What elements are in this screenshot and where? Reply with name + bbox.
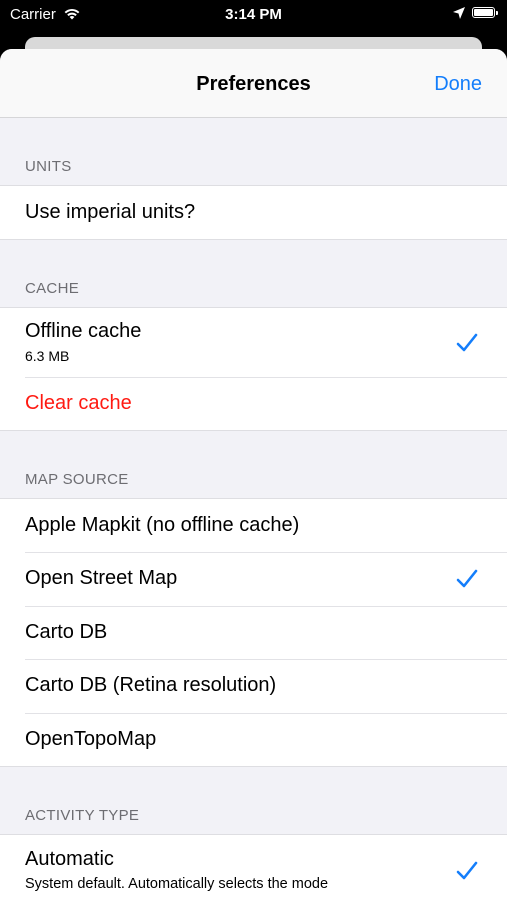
row-title: Use imperial units? bbox=[25, 201, 196, 223]
status-time: 3:14 PM bbox=[225, 6, 282, 23]
imperial-units-row[interactable]: Use imperial units? bbox=[0, 186, 507, 239]
row-title: Clear cache bbox=[25, 392, 132, 414]
section-header-map-source: MAP SOURCE bbox=[25, 471, 129, 488]
row-subtitle: System default. Automatically selects th… bbox=[25, 876, 329, 892]
map-source-row-open-street-map[interactable]: Open Street Map bbox=[0, 552, 507, 605]
checkmark-icon bbox=[456, 333, 478, 352]
map-source-row-carto-db[interactable]: Carto DB bbox=[0, 605, 507, 659]
checkmark-icon bbox=[456, 570, 478, 588]
row-title: OpenTopoMap bbox=[25, 727, 157, 750]
row-title: Open Street Map bbox=[25, 567, 178, 590]
map-source-row-apple-mapkit[interactable]: Apple Mapkit (no offline cache) bbox=[0, 499, 507, 552]
checkmark-icon bbox=[456, 861, 478, 880]
status-bar: Carrier 3:14 PM bbox=[0, 0, 507, 30]
row-subtitle: 6.3 MB bbox=[25, 348, 70, 364]
units-group: Use imperial units? bbox=[0, 185, 507, 240]
map-source-row-carto-db-retina[interactable]: Carto DB (Retina resolution) bbox=[0, 659, 507, 712]
row-title: Apple Mapkit (no offline cache) bbox=[25, 514, 300, 536]
activity-type-group: Automatic System default. Automatically … bbox=[0, 834, 507, 900]
battery-icon bbox=[472, 7, 498, 18]
row-title: Automatic bbox=[25, 848, 114, 870]
row-title: Offline cache bbox=[25, 320, 142, 342]
preferences-sheet: Preferences Done UNITS Use imperial unit… bbox=[0, 49, 507, 900]
cache-group: Offline cache 6.3 MB Clear cache bbox=[0, 307, 507, 431]
navigation-bar: Preferences Done bbox=[0, 49, 507, 118]
location-arrow-icon bbox=[453, 7, 465, 19]
clear-cache-button[interactable]: Clear cache bbox=[0, 377, 507, 430]
section-header-cache: CACHE bbox=[25, 280, 80, 297]
activity-type-row-automatic[interactable]: Automatic System default. Automatically … bbox=[0, 835, 507, 900]
row-title: Carto DB (Retina resolution) bbox=[25, 674, 277, 697]
map-source-row-opentopomap[interactable]: OpenTopoMap bbox=[0, 712, 507, 766]
done-button[interactable]: Done bbox=[434, 73, 482, 96]
offline-cache-row[interactable]: Offline cache 6.3 MB bbox=[0, 308, 507, 377]
map-source-group: Apple Mapkit (no offline cache) Open Str… bbox=[0, 498, 507, 767]
page-title: Preferences bbox=[196, 73, 311, 95]
section-header-units: UNITS bbox=[25, 158, 72, 175]
row-title: Carto DB bbox=[25, 620, 108, 643]
section-header-activity-type: ACTIVITY TYPE bbox=[25, 807, 140, 824]
